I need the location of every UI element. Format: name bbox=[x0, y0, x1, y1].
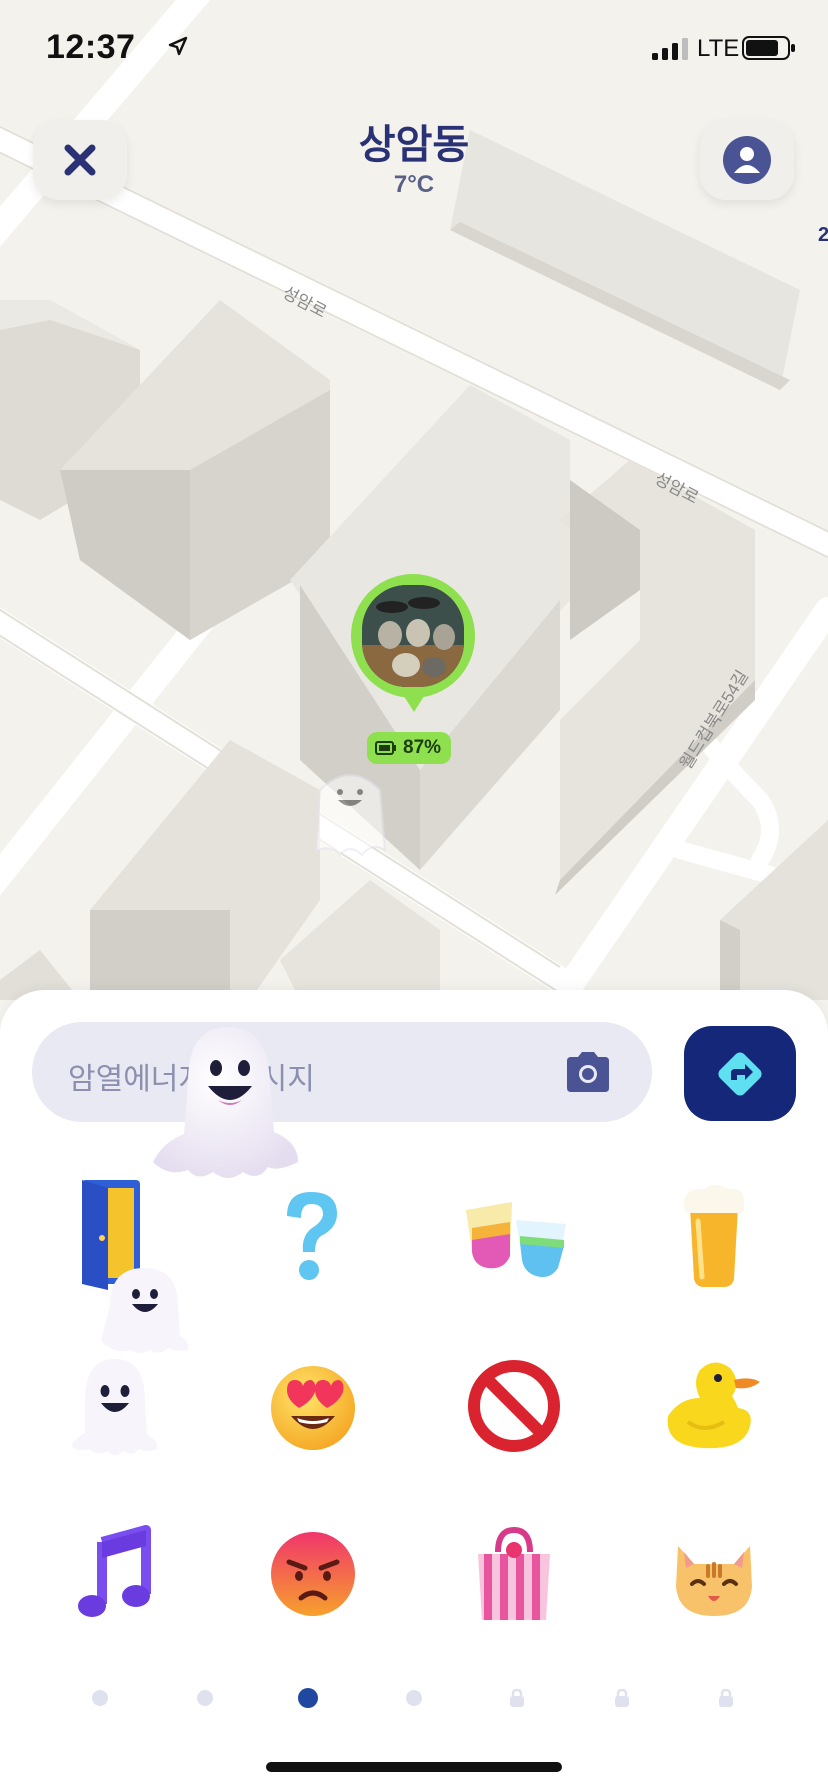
lock-icon[interactable] bbox=[508, 1688, 526, 1708]
lock-icon[interactable] bbox=[717, 1688, 735, 1708]
profile-icon bbox=[723, 136, 771, 184]
home-indicator[interactable] bbox=[266, 1762, 562, 1772]
prohibited-emoji[interactable] bbox=[454, 1346, 574, 1466]
profile-button[interactable] bbox=[700, 120, 794, 200]
camera-icon[interactable] bbox=[563, 1051, 613, 1093]
send-button[interactable] bbox=[684, 1026, 796, 1121]
beer-emoji[interactable] bbox=[654, 1176, 774, 1296]
rubber-duck-emoji[interactable] bbox=[654, 1346, 774, 1466]
page-dot[interactable] bbox=[92, 1690, 108, 1706]
ghost-emoji[interactable] bbox=[53, 1346, 173, 1466]
status-time: 12:37 bbox=[46, 28, 136, 66]
cat-face-emoji[interactable] bbox=[654, 1514, 774, 1634]
cellular-signal-icon bbox=[652, 38, 688, 60]
shopping-bag-emoji[interactable] bbox=[454, 1514, 574, 1634]
friend-battery-percent: 87% bbox=[403, 737, 442, 758]
page-dot-active[interactable] bbox=[298, 1688, 318, 1708]
map-edge-label: 2 bbox=[818, 224, 828, 246]
battery-icon bbox=[375, 741, 396, 755]
battery-icon bbox=[742, 36, 795, 60]
heart-eyes-emoji[interactable] bbox=[253, 1346, 373, 1466]
cocktail-glasses-emoji[interactable] bbox=[452, 1176, 582, 1296]
question-mark-emoji[interactable] bbox=[251, 1176, 371, 1296]
friend-battery-badge: 87% bbox=[367, 732, 452, 764]
send-direction-icon bbox=[718, 1051, 762, 1096]
door-emoji[interactable] bbox=[52, 1176, 192, 1356]
angry-face-emoji[interactable] bbox=[253, 1514, 373, 1634]
page-dot[interactable] bbox=[197, 1690, 213, 1706]
page-dot[interactable] bbox=[406, 1690, 422, 1706]
friend-avatar-photo bbox=[362, 585, 464, 687]
network-type: LTE bbox=[697, 35, 740, 62]
lock-icon[interactable] bbox=[613, 1688, 631, 1708]
ghost-sticker-floating[interactable] bbox=[148, 1022, 304, 1186]
music-note-emoji[interactable] bbox=[53, 1514, 173, 1634]
location-arrow-icon bbox=[168, 36, 188, 56]
